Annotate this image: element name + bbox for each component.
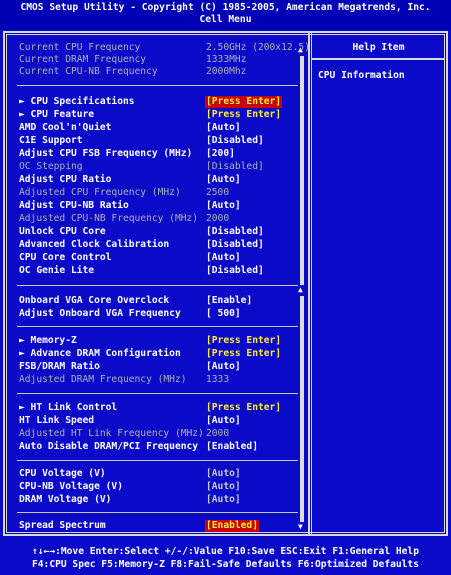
title-line-2: Cell Menu	[199, 14, 252, 25]
divider	[17, 393, 298, 394]
divider	[17, 512, 298, 513]
scroll-down-arrow-icon[interactable]: ▼	[298, 523, 303, 531]
scrollbar[interactable]: ▲ ▲ ▼	[298, 40, 305, 532]
title-line-1: CMOS Setup Utility - Copyright (C) 1985-…	[20, 2, 431, 13]
scrollbar-track-lower	[300, 296, 304, 522]
help-separator	[312, 58, 445, 60]
help-text: CPU Information	[318, 70, 405, 81]
title-bar: CMOS Setup Utility - Copyright (C) 1985-…	[0, 0, 451, 30]
key-help-line-2: F4:CPU Spec F5:Memory-Z F8:Fail-Safe Def…	[32, 559, 419, 570]
divider	[17, 326, 298, 327]
divider	[17, 460, 298, 461]
scrollbar-track-upper	[300, 56, 304, 285]
key-help-line-1: ↑↓←→:Move Enter:Select +/-/:Value F10:Sa…	[32, 546, 419, 557]
divider	[17, 285, 298, 286]
help-title: Help Item	[352, 42, 405, 53]
scroll-thumb-arrow-icon[interactable]: ▲	[298, 286, 303, 294]
selected-value[interactable]: [Press Enter]	[205, 96, 283, 108]
panel-divider	[308, 31, 312, 536]
divider	[17, 85, 298, 86]
key-help-bar: ↑↓←→:Move Enter:Select +/-/:Value F10:Sa…	[0, 540, 451, 575]
